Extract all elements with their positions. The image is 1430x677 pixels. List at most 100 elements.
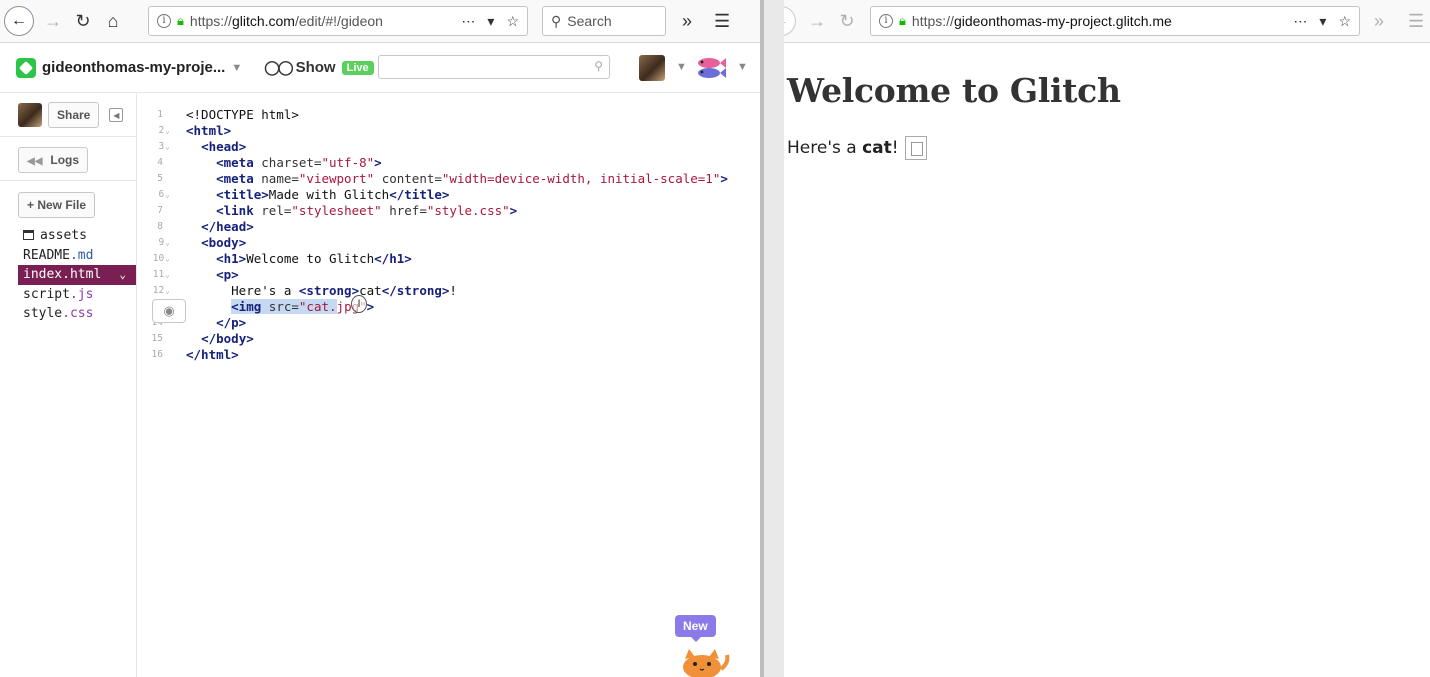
- line-number: 3⌄: [158, 141, 170, 152]
- code-lines[interactable]: 1 <!DOCTYPE html> 2⌄ <html> 3⌄ <head> 4 <meta…: [137, 107, 760, 363]
- camera-icon[interactable]: ◉: [152, 299, 186, 323]
- line-content: Here's a <strong>cat</strong>!: [186, 283, 457, 299]
- url-host: gideonthomas-my-project.glitch.me: [953, 13, 1172, 29]
- cat-mascot-icon[interactable]: [679, 649, 731, 677]
- code-line[interactable]: 10⌄ <h1>Welcome to Glitch</h1>: [137, 251, 760, 267]
- share-row: Share ◀: [0, 102, 124, 128]
- preview-strong: cat: [862, 138, 892, 158]
- hamburger-menu-icon[interactable]: ☰: [714, 11, 730, 32]
- page-actions-icon[interactable]: ⋯: [461, 13, 475, 30]
- file-index-html[interactable]: index.html ⌄: [18, 265, 136, 285]
- logs-button[interactable]: ◀◀ Logs: [18, 147, 89, 173]
- left-browser-toolbar: ← → ↻ ⌂ i 🔒︎ https://glitch.com/edit/#!/…: [0, 0, 760, 43]
- collaborator-avatar[interactable]: [18, 103, 42, 127]
- code-line[interactable]: 8 </head>: [137, 219, 760, 235]
- fold-chevron-icon[interactable]: ⌄: [165, 142, 170, 151]
- fold-chevron-icon[interactable]: ⌄: [165, 238, 170, 247]
- bookmark-star-icon[interactable]: ☆: [506, 13, 519, 30]
- code-line[interactable]: 4 <meta charset="utf-8">: [137, 155, 760, 171]
- overflow-chevron-icon[interactable]: »: [1374, 11, 1384, 32]
- preview-text: Here's a: [787, 138, 863, 158]
- code-token: >: [366, 299, 375, 314]
- code-token: !: [449, 283, 457, 298]
- lock-icon: 🔒︎: [177, 13, 184, 28]
- fold-chevron-icon[interactable]: ⌄: [165, 286, 170, 295]
- code-line[interactable]: 11⌄ <p>: [137, 267, 760, 283]
- archive-icon: [23, 230, 34, 240]
- project-search-input[interactable]: ⚲: [378, 55, 610, 79]
- show-button[interactable]: ◯◯ Show Live: [264, 59, 374, 76]
- chevron-down-icon[interactable]: ▼: [676, 61, 687, 73]
- collapse-sidebar-icon[interactable]: ◀: [109, 108, 124, 122]
- reload-button[interactable]: ↻: [832, 6, 862, 36]
- file-assets[interactable]: assets: [18, 226, 136, 246]
- code-line[interactable]: 6⌄ <title>Made with Glitch</title>: [137, 187, 760, 203]
- share-button[interactable]: Share: [48, 102, 100, 128]
- pocket-icon[interactable]: ▾: [1319, 13, 1326, 30]
- code-line[interactable]: 2⌄ <html>: [137, 123, 760, 139]
- code-line[interactable]: 15 </body>: [137, 331, 760, 347]
- forward-arrow-icon: →: [808, 10, 826, 31]
- line-number: 11⌄: [152, 269, 170, 280]
- forward-button[interactable]: →: [38, 6, 68, 36]
- code-line[interactable]: 7 <link rel="stylesheet" href="style.css…: [137, 203, 760, 219]
- bookmark-star-icon[interactable]: ☆: [1338, 13, 1351, 30]
- code-token: <img: [231, 299, 262, 314]
- code-token: </p>: [216, 315, 247, 330]
- file-ext: .md: [69, 247, 94, 263]
- line-number: 12⌄: [152, 285, 170, 296]
- new-badge[interactable]: New: [675, 615, 716, 642]
- code-line[interactable]: 12⌄ Here's a <strong>cat</strong>!: [137, 283, 760, 299]
- fold-chevron-icon[interactable]: ⌄: [165, 126, 170, 135]
- overflow-chevron-icon[interactable]: »: [682, 11, 692, 32]
- info-icon[interactable]: i: [157, 14, 171, 28]
- user-avatar[interactable]: [639, 55, 665, 81]
- fold-chevron-icon[interactable]: ⌄: [165, 270, 170, 279]
- browser-search-box[interactable]: ⚲ Search: [542, 6, 666, 36]
- chevron-down-icon[interactable]: ⌄: [119, 265, 126, 285]
- code-token: rel=: [253, 203, 292, 218]
- home-button[interactable]: ⌂: [98, 6, 128, 36]
- fold-chevron-icon[interactable]: ⌄: [165, 190, 170, 199]
- back-arrow-icon: ←: [11, 12, 27, 29]
- left-url-bar[interactable]: i 🔒︎ https://glitch.com/edit/#!/gideon ⋯…: [148, 6, 528, 36]
- file-ext: .js: [69, 286, 94, 302]
- fold-chevron-icon[interactable]: ⌄: [165, 254, 170, 263]
- code-line[interactable]: 9⌄ <body>: [137, 235, 760, 251]
- file-readme[interactable]: README.md: [18, 246, 136, 266]
- code-line[interactable]: 16 </html>: [137, 347, 760, 363]
- file-style-css[interactable]: style.css: [18, 304, 136, 324]
- back-button[interactable]: ←: [4, 6, 34, 36]
- code-line[interactable]: 14 </p>: [137, 315, 760, 331]
- code-token: <title>: [216, 187, 269, 202]
- line-number: 2⌄: [158, 125, 170, 136]
- chevron-down-icon[interactable]: ▼: [737, 61, 748, 73]
- code-line[interactable]: 1 <!DOCTYPE html>: [137, 107, 760, 123]
- chevron-down-icon[interactable]: ▼: [231, 62, 242, 74]
- code-editor[interactable]: 1 <!DOCTYPE html> 2⌄ <html> 3⌄ <head> 4 <meta…: [137, 93, 760, 677]
- pocket-icon[interactable]: ▾: [487, 13, 494, 30]
- right-url-bar[interactable]: i 🔒︎ https://gideonthomas-my-project.gli…: [870, 6, 1360, 36]
- forward-button[interactable]: →: [802, 6, 832, 36]
- new-file-button[interactable]: + New File: [18, 192, 96, 218]
- hamburger-menu-icon[interactable]: ☰: [1408, 11, 1424, 32]
- code-line[interactable]: 13 <img src="cat.jpg">: [137, 299, 760, 315]
- info-icon[interactable]: i: [879, 14, 893, 28]
- line-content: <head>: [186, 139, 246, 155]
- fish-menu-icon[interactable]: [695, 55, 727, 81]
- page-actions-icon[interactable]: ⋯: [1293, 13, 1307, 30]
- reload-button[interactable]: ↻: [68, 6, 98, 36]
- glitch-logo-icon[interactable]: [16, 57, 36, 78]
- code-line[interactable]: 3⌄ <head>: [137, 139, 760, 155]
- url-path: /edit/#!/gideon: [294, 13, 383, 29]
- project-name[interactable]: gideonthomas-my-proje...: [42, 59, 225, 76]
- code-token: <head>: [201, 139, 247, 154]
- code-line[interactable]: 5 <meta name="viewport" content="width=d…: [137, 171, 760, 187]
- live-badge: Live: [341, 60, 374, 75]
- home-icon: ⌂: [107, 10, 119, 31]
- code-token: content=: [374, 171, 442, 186]
- file-script-js[interactable]: script.js: [18, 285, 136, 305]
